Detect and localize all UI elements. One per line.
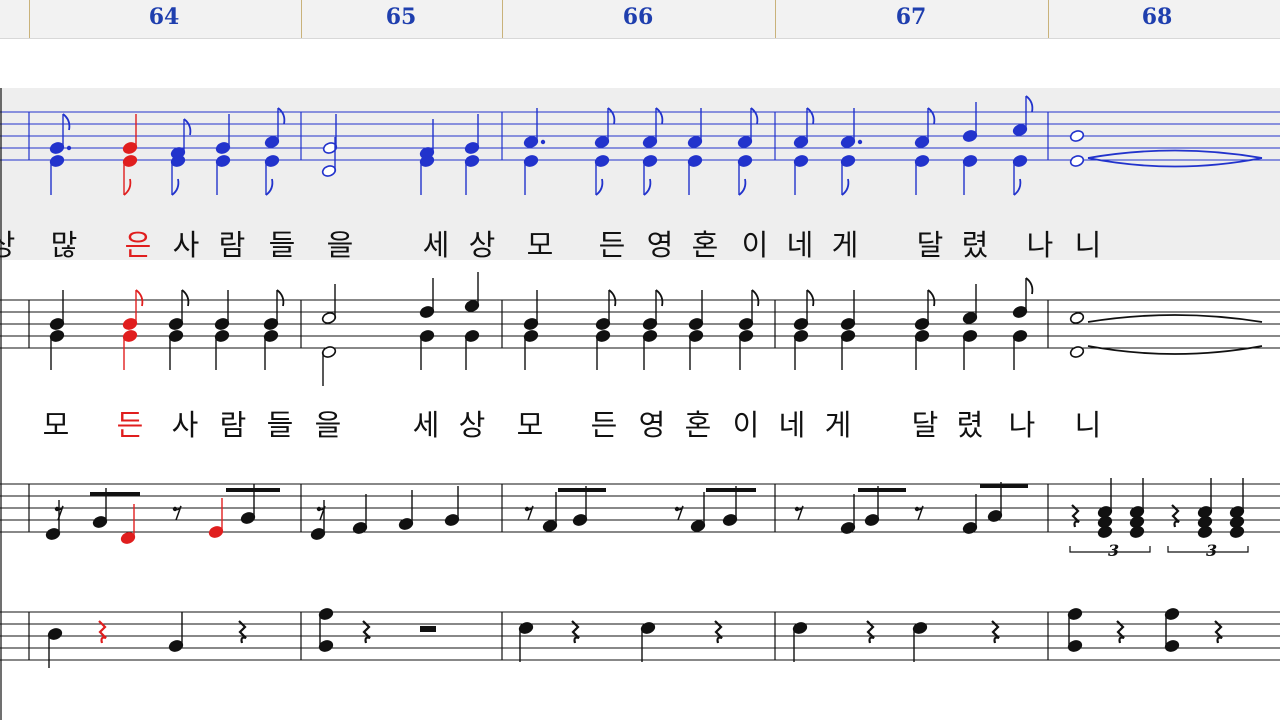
lyric-syllable: 들 — [266, 408, 294, 442]
notehead — [1069, 155, 1085, 167]
note-flag — [750, 107, 759, 125]
lyric-syllable: 이 — [732, 408, 760, 442]
note-flag — [927, 107, 936, 125]
lyric-syllable: 상 — [458, 408, 486, 442]
lyric-syllable: 을 — [314, 408, 342, 442]
note-flag — [265, 178, 274, 196]
beam — [706, 488, 756, 492]
notehead — [1069, 346, 1085, 358]
lyric-syllable: 든 — [598, 228, 626, 262]
tie — [1087, 345, 1263, 355]
notehead — [1229, 526, 1245, 538]
lyrics-line-2: 모든사람들을세상모든영혼이네게달렸나니 — [0, 402, 1280, 442]
note-flag — [841, 178, 850, 196]
lyric-syllable: 이 — [741, 228, 769, 262]
note-flag — [927, 289, 936, 307]
lyric-syllable: 세 — [412, 408, 440, 442]
lyric-syllable: 세 — [422, 228, 450, 262]
dot — [540, 139, 546, 145]
lyric-syllable: 네 — [786, 228, 814, 262]
lyric-syllable: 들 — [268, 228, 296, 262]
note-flag — [806, 289, 815, 307]
notehead — [1197, 526, 1213, 538]
lyric-syllable: 네 — [778, 408, 806, 442]
lyric-syllable: 을 — [326, 228, 354, 262]
beam — [858, 488, 906, 492]
triplet-number: 3 — [1108, 541, 1119, 560]
note-flag — [751, 289, 760, 307]
note-flag — [1025, 277, 1034, 295]
notehead — [1097, 526, 1113, 538]
lyric-syllable: 든 — [590, 408, 618, 442]
note-flag — [806, 107, 815, 125]
lyric-syllable: 렸 — [956, 408, 984, 442]
lyric-syllable: 모 — [42, 408, 70, 442]
lyric-syllable: 람 — [218, 228, 246, 262]
lyric-syllable: 게 — [824, 408, 852, 442]
lyrics-line-1: 상많은사람들을세상모든영혼이네게달렸나니 — [0, 222, 1280, 262]
note-flag — [277, 107, 286, 125]
half-rest — [420, 626, 436, 632]
notehead — [1129, 526, 1145, 538]
tie — [1087, 149, 1263, 159]
tie — [1087, 314, 1263, 323]
score-canvas[interactable]: 33 — [0, 0, 1280, 720]
notehead — [1069, 312, 1085, 324]
note-flag — [62, 113, 71, 131]
dot — [66, 145, 72, 151]
lyric-syllable: 니 — [1074, 228, 1102, 262]
lyric-syllable: 상 — [468, 228, 496, 262]
lyric-syllable: 모 — [526, 228, 554, 262]
lyric-syllable: 많 — [50, 228, 78, 262]
note-flag — [608, 289, 617, 307]
lyric-syllable: 사 — [172, 228, 200, 262]
note-flag — [123, 178, 132, 196]
lyric-syllable: 은 — [124, 228, 152, 262]
note-flag — [655, 107, 664, 125]
lyric-syllable: 람 — [219, 408, 247, 442]
lyric-syllable: 나 — [1026, 228, 1054, 262]
lyric-syllable: 상 — [0, 228, 16, 262]
dot — [857, 139, 863, 145]
lyric-syllable: 영 — [638, 408, 666, 442]
note-flag — [655, 289, 664, 307]
lyric-syllable: 혼 — [691, 228, 719, 262]
lyric-syllable: 사 — [171, 408, 199, 442]
note-flag — [643, 178, 652, 196]
note-flag — [607, 107, 616, 125]
beam — [226, 488, 280, 492]
note-flag — [738, 178, 747, 196]
triplet-number: 3 — [1206, 541, 1217, 560]
note-flag — [1013, 178, 1022, 196]
lyric-syllable: 혼 — [684, 408, 712, 442]
note-flag — [1025, 95, 1034, 113]
note-flag — [171, 178, 180, 196]
beam — [558, 488, 606, 492]
note-flag — [276, 289, 285, 307]
lyric-syllable: 니 — [1074, 408, 1102, 442]
notehead — [1069, 130, 1085, 142]
note-flag — [135, 289, 144, 307]
lyric-syllable: 달 — [911, 408, 939, 442]
beam — [980, 484, 1028, 488]
note-flag — [183, 118, 192, 136]
lyric-syllable: 렸 — [961, 228, 989, 262]
lyric-syllable: 모 — [516, 408, 544, 442]
tie — [1087, 157, 1263, 168]
lyric-syllable: 달 — [916, 228, 944, 262]
lyric-syllable: 나 — [1008, 408, 1036, 442]
lyric-syllable: 영 — [646, 228, 674, 262]
note-flag — [181, 289, 190, 307]
beam — [90, 492, 140, 496]
lyric-syllable: 게 — [831, 228, 859, 262]
note-flag — [595, 178, 604, 196]
lyric-syllable: 든 — [116, 408, 144, 442]
